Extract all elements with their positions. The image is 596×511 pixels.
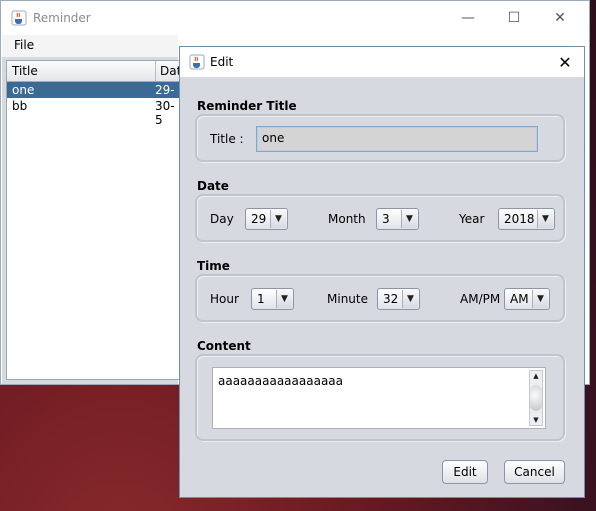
minute-select[interactable]: 32 ▼ [377, 288, 420, 310]
ampm-label: AM/PM [460, 292, 501, 306]
java-coffee-icon [189, 54, 205, 70]
maximize-icon: ☐ [507, 10, 521, 26]
chevron-down-icon: ▼ [402, 290, 418, 308]
section-title-reminder: Reminder Title [197, 99, 297, 113]
table-row[interactable]: bb 30-5 [7, 98, 179, 127]
menu-file[interactable]: File [14, 38, 34, 52]
day-select[interactable]: 29 ▼ [245, 208, 288, 230]
minute-value: 32 [383, 292, 399, 306]
edit-button[interactable]: Edit [442, 460, 488, 484]
cell-title: bb [12, 99, 28, 113]
cancel-button[interactable]: Cancel [504, 460, 565, 484]
month-value: 3 [382, 212, 390, 226]
day-label: Day [210, 212, 234, 226]
main-titlebar[interactable]: Reminder — ☐ ✕ [1, 1, 589, 35]
java-coffee-icon [11, 10, 27, 26]
scroll-thumb[interactable] [530, 385, 542, 411]
close-icon: ✕ [554, 10, 566, 26]
dialog-title: Edit [210, 55, 234, 69]
hour-label: Hour [210, 292, 239, 306]
scroll-down-icon[interactable]: ▼ [530, 415, 542, 425]
section-title-content: Content [197, 339, 251, 353]
chevron-down-icon: ▼ [270, 210, 286, 228]
year-select[interactable]: 2018 ▼ [498, 208, 555, 230]
window-title: Reminder [33, 11, 91, 25]
minimize-icon: — [461, 10, 475, 26]
main-content: Title Date one 29-4 bb 30-5 [2, 57, 180, 384]
title-label: Title : [210, 132, 244, 146]
month-select[interactable]: 3 ▼ [376, 208, 419, 230]
cell-date: 30-5 [155, 99, 175, 127]
year-label: Year [459, 212, 485, 226]
section-title-time: Time [197, 259, 230, 273]
table-header: Title Date [7, 61, 179, 82]
ampm-select[interactable]: AM ▼ [504, 288, 550, 310]
hour-value: 1 [257, 292, 265, 306]
chevron-down-icon: ▼ [401, 210, 417, 228]
content-text: aaaaaaaaaaaaaaaaa [218, 374, 344, 388]
minute-label: Minute [327, 292, 368, 306]
table-row[interactable]: one 29-4 [7, 82, 179, 111]
column-header-title[interactable]: Title [12, 64, 38, 78]
reminder-title-group: Title : one [195, 114, 565, 162]
date-group: Day 29 ▼ Month 3 ▼ Year 2018 ▼ [195, 194, 565, 242]
menubar: File [2, 35, 178, 57]
edit-dialog: Edit ✕ Reminder Title Title : one Date D… [179, 46, 585, 498]
close-button[interactable]: ✕ [537, 1, 583, 35]
content-scrollbar[interactable]: ▲ ▼ [529, 370, 543, 426]
chevron-down-icon: ▼ [276, 290, 292, 308]
dialog-titlebar[interactable]: Edit ✕ [180, 47, 584, 77]
chevron-down-icon: ▼ [537, 210, 553, 228]
column-header-date[interactable]: Date [155, 61, 179, 81]
ampm-value: AM [510, 292, 529, 306]
minimize-button[interactable]: — [445, 1, 491, 35]
year-value: 2018 [504, 212, 535, 226]
dialog-body: Reminder Title Title : one Date Day 29 ▼… [180, 77, 584, 497]
reminder-table[interactable]: Title Date one 29-4 bb 30-5 [6, 60, 180, 380]
hour-select[interactable]: 1 ▼ [251, 288, 294, 310]
month-label: Month [328, 212, 366, 226]
dialog-close-button[interactable]: ✕ [552, 50, 578, 74]
title-field[interactable]: one [256, 126, 538, 152]
time-group: Hour 1 ▼ Minute 32 ▼ AM/PM AM ▼ [195, 274, 565, 322]
chevron-down-icon: ▼ [532, 290, 548, 308]
day-value: 29 [251, 212, 267, 226]
close-icon: ✕ [558, 52, 572, 72]
maximize-button[interactable]: ☐ [491, 1, 537, 35]
section-title-date: Date [197, 179, 229, 193]
cell-title: one [12, 83, 35, 97]
content-textarea[interactable]: aaaaaaaaaaaaaaaaa ▲ ▼ [212, 367, 546, 429]
scroll-up-icon[interactable]: ▲ [530, 371, 542, 381]
